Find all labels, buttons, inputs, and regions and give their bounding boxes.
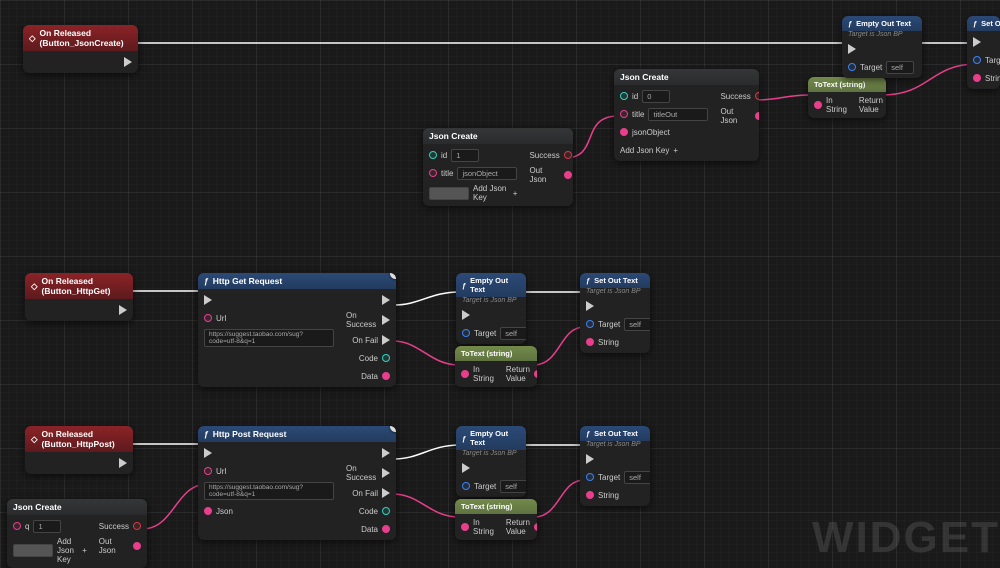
pin-jsonobject[interactable] xyxy=(620,128,628,136)
event-icon: ◇ xyxy=(31,281,38,292)
input-blank[interactable] xyxy=(429,187,469,200)
url-field[interactable]: https://suggest.taobao.com/sug?code=utf-… xyxy=(204,482,334,500)
data-pin[interactable] xyxy=(382,525,390,533)
url-pin[interactable] xyxy=(204,467,212,475)
set-out-text-post[interactable]: ƒSet Out Text Target is Json BP Targetse… xyxy=(580,426,650,506)
pin-title[interactable] xyxy=(429,169,437,177)
pin-outjson[interactable] xyxy=(133,542,141,550)
string-pin[interactable] xyxy=(586,338,594,346)
pin-success[interactable] xyxy=(133,522,141,530)
exec-out[interactable] xyxy=(382,448,390,458)
pin-outjson[interactable] xyxy=(755,112,759,120)
http-post-request-node[interactable]: ƒHttp Post Request Url https://suggest.t… xyxy=(198,426,396,540)
string-pin[interactable] xyxy=(973,74,981,82)
http-get-request-node[interactable]: ƒHttp Get Request Url https://suggest.ta… xyxy=(198,273,396,387)
pin-in[interactable] xyxy=(814,101,822,109)
target-pin[interactable] xyxy=(848,63,856,71)
func-icon: ƒ xyxy=(848,19,852,28)
pin-ret[interactable] xyxy=(534,523,537,531)
on-success[interactable] xyxy=(382,468,390,478)
json-create-node-0[interactable]: Json Create id0 titletitleOut jsonObject… xyxy=(614,69,759,161)
plus-icon[interactable]: + xyxy=(513,189,518,198)
pin-in[interactable] xyxy=(461,370,469,378)
exec-out[interactable] xyxy=(119,458,127,468)
pin-id[interactable] xyxy=(429,151,437,159)
func-icon: ƒ xyxy=(462,281,466,290)
func-icon: ƒ xyxy=(462,434,466,443)
url-pin[interactable] xyxy=(204,314,212,322)
target-pin[interactable] xyxy=(586,473,594,481)
event-icon: ◇ xyxy=(29,33,36,44)
on-success[interactable] xyxy=(382,315,390,325)
json-create-node-1[interactable]: Json Create id1 titlejsonObject Add Json… xyxy=(423,128,573,206)
func-icon: ƒ xyxy=(973,19,977,28)
set-out-text-get[interactable]: ƒSet Out Text Target is Json BP Targetse… xyxy=(580,273,650,353)
exec-in[interactable] xyxy=(462,463,470,473)
exec-in[interactable] xyxy=(586,454,594,464)
event-node-httpget[interactable]: ◇On Released (Button_HttpGet) xyxy=(25,273,133,321)
on-fail[interactable] xyxy=(382,335,390,345)
pin-in[interactable] xyxy=(461,523,469,531)
exec-in[interactable] xyxy=(462,310,470,320)
url-field[interactable]: https://suggest.taobao.com/sug?code=utf-… xyxy=(204,329,334,347)
func-icon: ƒ xyxy=(204,429,209,439)
exec-out-pin[interactable] xyxy=(124,57,132,67)
pin-success[interactable] xyxy=(564,151,572,159)
func-icon: ƒ xyxy=(586,429,590,438)
pin-title[interactable] xyxy=(620,110,628,118)
json-pin[interactable] xyxy=(204,507,212,515)
func-icon: ƒ xyxy=(586,276,590,285)
exec-in[interactable] xyxy=(204,295,212,305)
empty-out-text-post[interactable]: ƒEmpty Out Text Target is Json BP Target… xyxy=(456,426,526,497)
empty-out-text-top[interactable]: ƒEmpty Out Text Target is Json BP Target… xyxy=(842,16,922,78)
exec-in[interactable] xyxy=(586,301,594,311)
exec-in[interactable] xyxy=(204,448,212,458)
totext-node-get[interactable]: ToText (string) In String Return Value xyxy=(455,346,537,387)
pin-ret[interactable] xyxy=(534,370,537,378)
string-pin[interactable] xyxy=(586,491,594,499)
json-create-node-q[interactable]: Json Create q1 Add Json Key+ Success Out… xyxy=(7,499,147,568)
empty-out-text-get[interactable]: ƒEmpty Out Text Target is Json BP Target… xyxy=(456,273,526,344)
pin-id[interactable] xyxy=(620,92,628,100)
pin-outjson[interactable] xyxy=(564,171,572,179)
target-pin[interactable] xyxy=(586,320,594,328)
event-icon: ◇ xyxy=(31,434,38,445)
exec-out[interactable] xyxy=(382,295,390,305)
set-out-text-top[interactable]: ƒSet Out Text TargetString xyxy=(967,16,1000,89)
func-icon: ƒ xyxy=(204,276,209,286)
event-node-httppost[interactable]: ◇On Released (Button_HttpPost) xyxy=(25,426,133,474)
watermark: WIDGET xyxy=(812,513,1000,563)
plus-icon[interactable]: + xyxy=(82,546,87,555)
exec-in[interactable] xyxy=(973,37,981,47)
exec-out[interactable] xyxy=(119,305,127,315)
target-pin[interactable] xyxy=(973,56,981,64)
input-blank[interactable] xyxy=(13,544,53,557)
totext-node-post[interactable]: ToText (string) In String Return Value xyxy=(455,499,537,540)
code-pin[interactable] xyxy=(382,507,390,515)
pin-success[interactable] xyxy=(755,92,759,100)
totext-node-top[interactable]: ToText (string) In String Return Value xyxy=(808,77,886,118)
event-node-jsoncreate[interactable]: ◇On Released (Button_JsonCreate) xyxy=(23,25,138,73)
on-fail[interactable] xyxy=(382,488,390,498)
code-pin[interactable] xyxy=(382,354,390,362)
exec-in[interactable] xyxy=(848,44,856,54)
target-pin[interactable] xyxy=(462,329,470,337)
pin-q[interactable] xyxy=(13,522,21,530)
target-pin[interactable] xyxy=(462,482,470,490)
plus-icon[interactable]: + xyxy=(673,146,678,155)
data-pin[interactable] xyxy=(382,372,390,380)
